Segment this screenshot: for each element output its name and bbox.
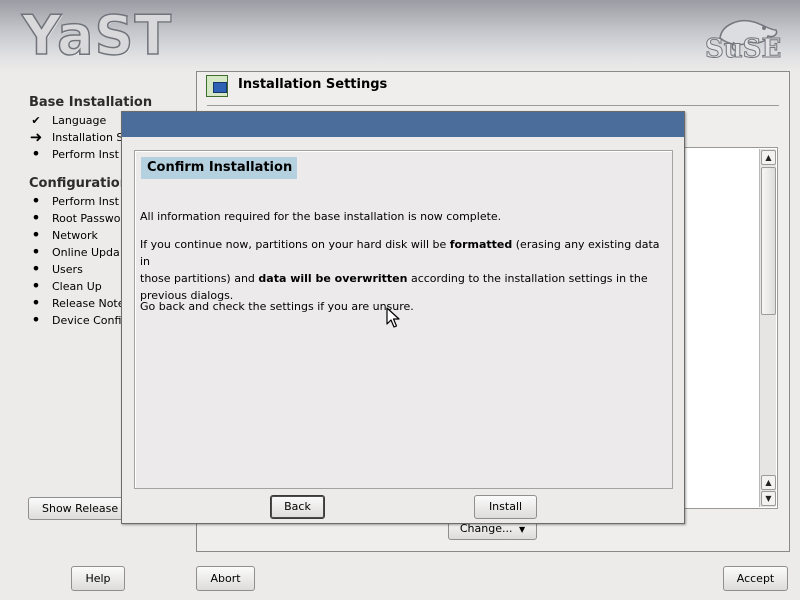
- sidebar-item-label: Language: [52, 114, 107, 127]
- page-title: Installation Settings: [238, 77, 388, 92]
- settings-scrollbar[interactable]: ▲ ▲ ▼: [759, 149, 776, 507]
- bullet-icon: •: [31, 144, 41, 163]
- scroll-thumb[interactable]: [761, 167, 776, 315]
- abort-button[interactable]: Abort: [196, 566, 255, 591]
- sidebar-item-label: Clean Up: [52, 280, 102, 293]
- mouse-pointer-icon: [386, 307, 400, 328]
- confirm-installation-dialog: Confirm Installation All information req…: [121, 111, 685, 524]
- sidebar-item-label: Users: [52, 263, 83, 276]
- bullet-icon: •: [31, 208, 41, 227]
- help-button[interactable]: Help: [71, 566, 125, 591]
- suse-wordmark: SuSE: [704, 34, 782, 65]
- sidebar-heading-configuration: Configuration: [29, 176, 129, 191]
- bullet-icon: •: [31, 225, 41, 244]
- sidebar-item-label: Device Confi: [52, 314, 122, 327]
- title-divider: [207, 105, 779, 106]
- back-button[interactable]: Back: [270, 495, 325, 519]
- sidebar-item-label: Perform Inst: [52, 195, 119, 208]
- warning-bold-formatted: formatted: [449, 238, 513, 251]
- bullet-icon: •: [31, 310, 41, 329]
- dialog-content-frame: [134, 150, 673, 489]
- scroll-up-icon[interactable]: ▲: [761, 150, 776, 165]
- scroll-down-icon[interactable]: ▼: [761, 491, 776, 506]
- installation-settings-icon: [206, 75, 228, 97]
- sidebar-item-label: Release Note: [52, 297, 125, 310]
- dialog-warning-paragraph: If you continue now, partitions on your …: [140, 236, 660, 304]
- chevron-down-icon: ▼: [518, 525, 526, 534]
- warning-text: If you continue now, partitions on your …: [140, 238, 450, 251]
- check-icon: ✔: [31, 114, 41, 127]
- warning-text: according to the installation settings i…: [407, 272, 648, 285]
- sidebar-item-label: Network: [52, 229, 98, 242]
- sidebar-item-label: Installation S: [52, 131, 124, 144]
- header-banner: YaST SuSE: [0, 0, 800, 72]
- install-button[interactable]: Install: [474, 495, 537, 519]
- accept-button[interactable]: Accept: [723, 566, 788, 591]
- bullet-icon: •: [31, 293, 41, 312]
- sidebar-heading-base-installation: Base Installation: [29, 95, 153, 110]
- sidebar-item-label: Perform Inst: [52, 148, 119, 161]
- sidebar-item-label: Root Passwo: [52, 212, 121, 225]
- dialog-line-complete: All information required for the base in…: [140, 210, 502, 223]
- bullet-icon: •: [31, 191, 41, 210]
- scroll-up-icon[interactable]: ▲: [761, 475, 776, 490]
- warning-bold-overwritten: data will be overwritten: [258, 272, 408, 285]
- dialog-heading: Confirm Installation: [141, 157, 297, 179]
- yast-logo: YaST: [21, 3, 173, 68]
- dialog-titlebar[interactable]: [122, 112, 684, 137]
- bullet-icon: •: [31, 242, 41, 261]
- sidebar-item-label: Online Upda: [52, 246, 120, 259]
- bullet-icon: •: [31, 259, 41, 278]
- warning-text: those partitions) and: [140, 272, 259, 285]
- bullet-icon: •: [31, 276, 41, 295]
- dialog-line-check-settings: Go back and check the settings if you ar…: [140, 300, 414, 313]
